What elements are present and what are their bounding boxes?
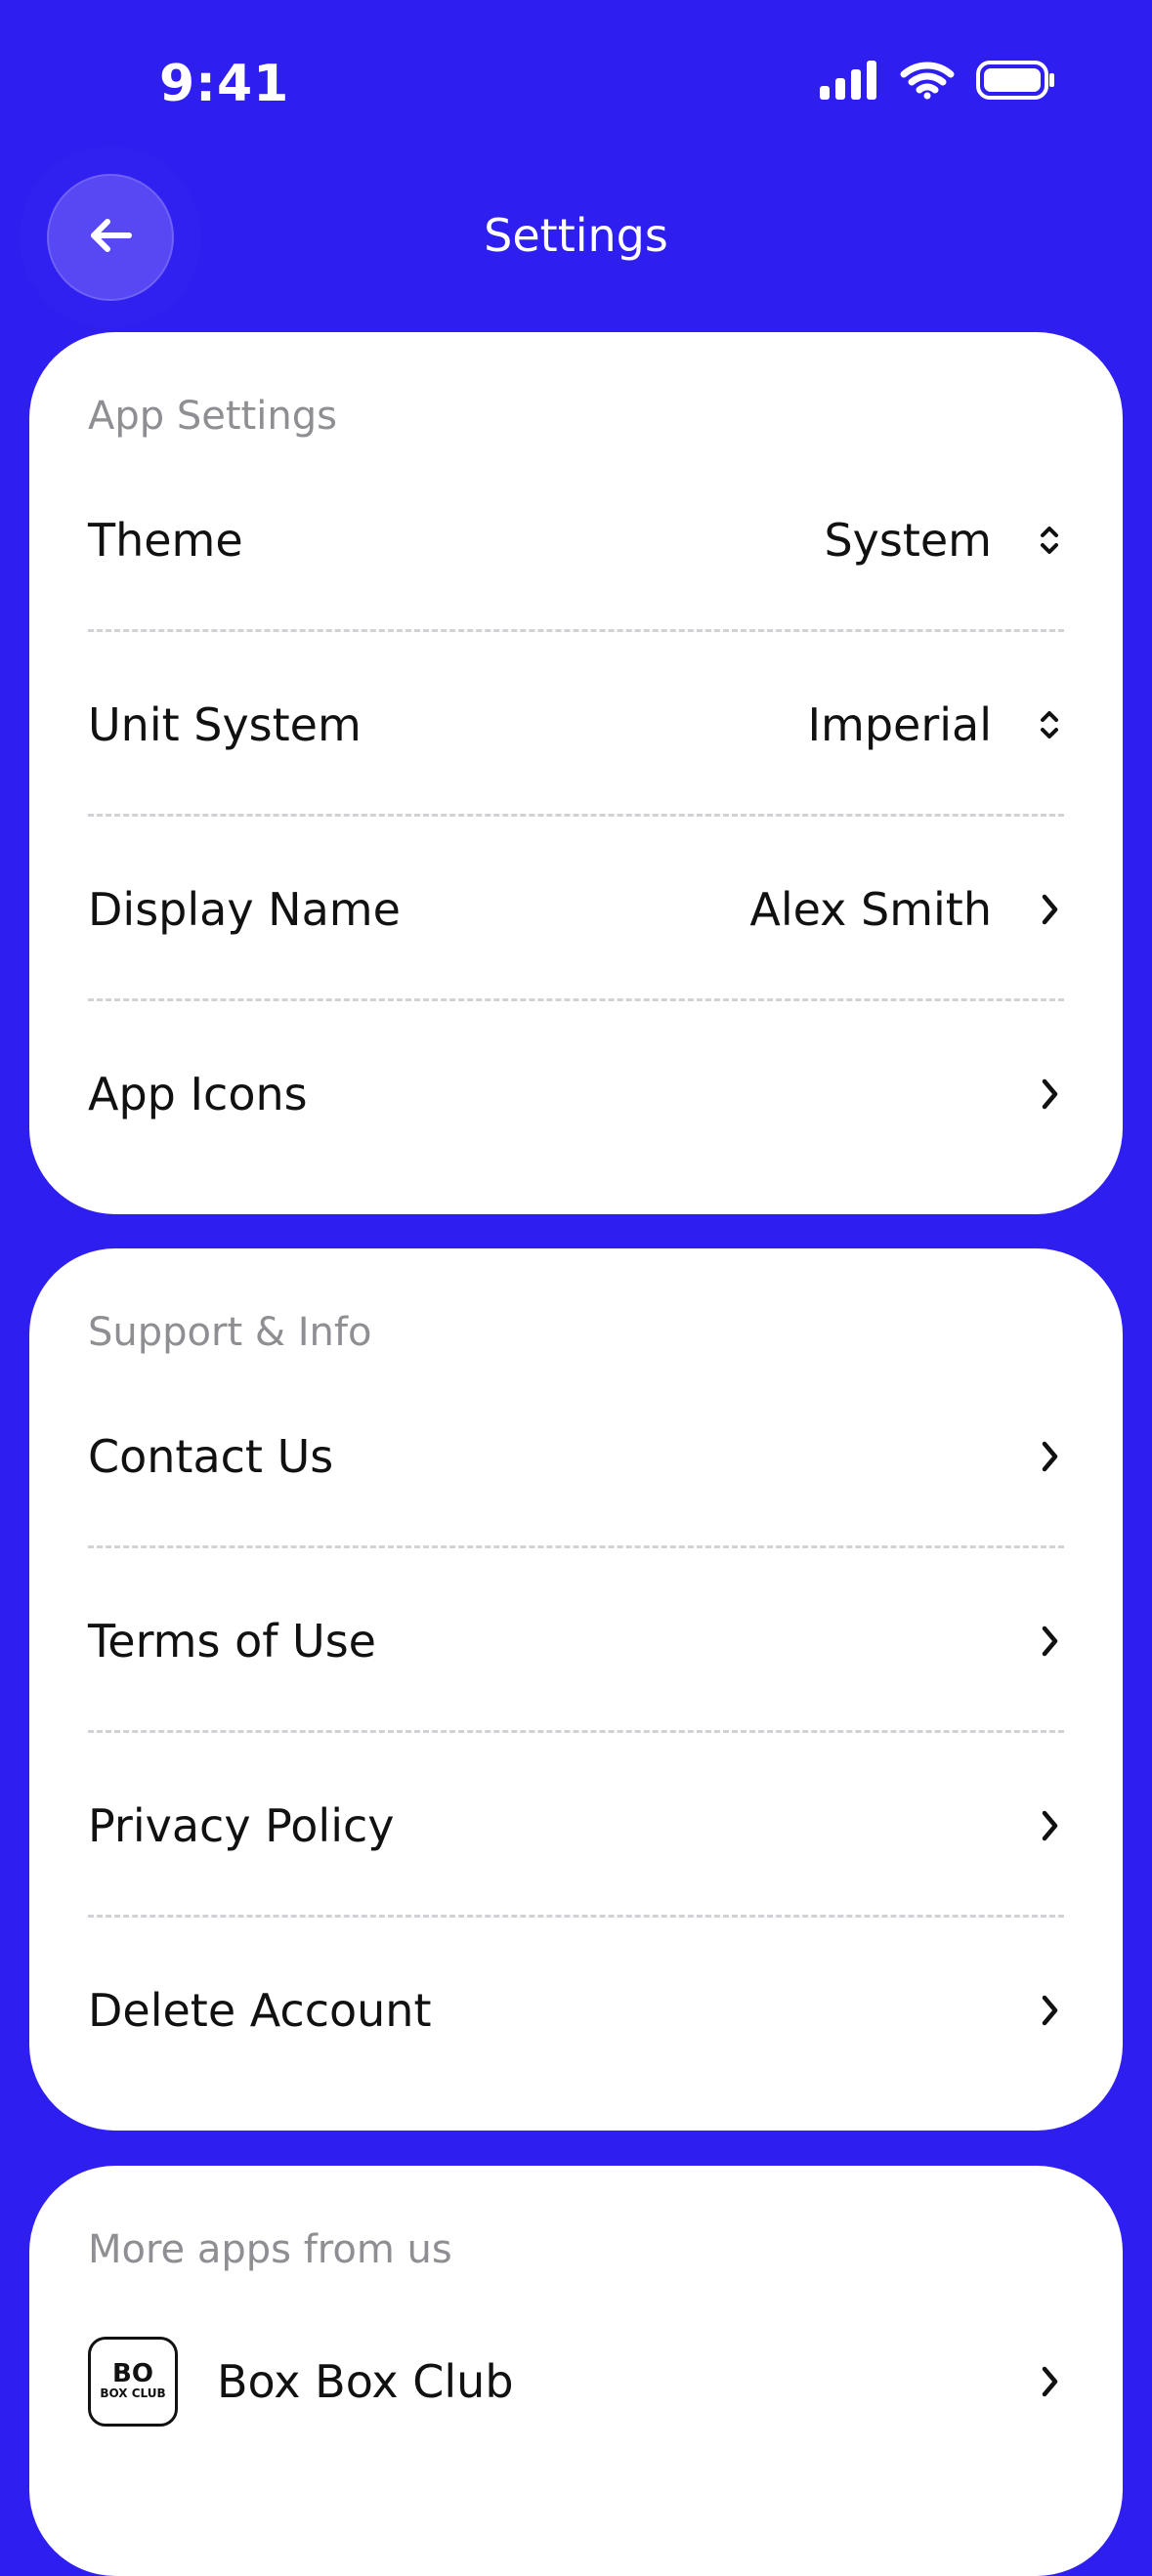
section-title-more-apps: More apps from us	[88, 2227, 452, 2272]
status-bar: 9:41	[0, 0, 1152, 166]
section-title-support-info: Support & Info	[88, 1310, 372, 1355]
row-label-contact-us: Contact Us	[88, 1429, 334, 1483]
theme-value: System	[824, 513, 992, 567]
settings-row-privacy-policy[interactable]: Privacy Policy	[88, 1733, 1064, 1918]
display-name-value: Alex Smith	[749, 882, 992, 936]
row-label-theme: Theme	[88, 513, 243, 567]
settings-row-theme[interactable]: Theme System	[88, 447, 1064, 632]
settings-row-terms-of-use[interactable]: Terms of Use	[88, 1548, 1064, 1733]
status-icons	[820, 61, 1056, 100]
navigation-bar: Settings	[0, 166, 1152, 308]
settings-row-contact-us[interactable]: Contact Us	[88, 1364, 1064, 1548]
row-label-delete-account: Delete Account	[88, 1983, 432, 2037]
chevron-right-icon	[1035, 1075, 1064, 1114]
row-label-privacy-policy: Privacy Policy	[88, 1798, 395, 1852]
wifi-icon	[900, 61, 955, 100]
row-label-unit-system: Unit System	[88, 697, 362, 751]
chevron-right-icon	[1035, 1991, 1064, 2030]
chevron-right-icon	[1035, 890, 1064, 929]
updown-chevron-icon	[1035, 705, 1064, 744]
section-title-app-settings: App Settings	[88, 394, 337, 439]
settings-row-delete-account[interactable]: Delete Account	[88, 1918, 1064, 2102]
chevron-right-icon	[1035, 1806, 1064, 1845]
settings-row-display-name[interactable]: Display Name Alex Smith	[88, 817, 1064, 1001]
row-label-display-name: Display Name	[88, 882, 401, 936]
app-settings-card: App Settings Theme System Unit System Im…	[29, 332, 1123, 1214]
box-box-club-icon: BO BOX CLUB	[88, 2336, 178, 2427]
chevron-right-icon	[1035, 2362, 1064, 2401]
battery-icon	[976, 61, 1056, 100]
page-title: Settings	[484, 209, 668, 262]
settings-row-app-icons[interactable]: App Icons	[88, 1001, 1064, 1186]
signal-icon	[820, 61, 878, 100]
row-label-box-box-club: Box Box Club	[217, 2354, 514, 2408]
app-row-box-box-club[interactable]: BO BOX CLUB Box Box Club	[88, 2281, 1064, 2481]
updown-chevron-icon	[1035, 521, 1064, 560]
status-time: 9:41	[159, 55, 290, 113]
settings-row-unit-system[interactable]: Unit System Imperial	[88, 632, 1064, 817]
chevron-right-icon	[1035, 1622, 1064, 1661]
support-info-card: Support & Info Contact Us Terms of Use P…	[29, 1248, 1123, 2131]
chevron-right-icon	[1035, 1437, 1064, 1476]
row-label-terms-of-use: Terms of Use	[88, 1614, 376, 1668]
box-box-club-logo: BO BOX CLUB	[100, 2358, 166, 2401]
more-apps-card: More apps from us BO BOX CLUB Box Box Cl…	[29, 2166, 1123, 2576]
row-label-app-icons: App Icons	[88, 1067, 308, 1120]
unit-system-value: Imperial	[807, 697, 992, 751]
